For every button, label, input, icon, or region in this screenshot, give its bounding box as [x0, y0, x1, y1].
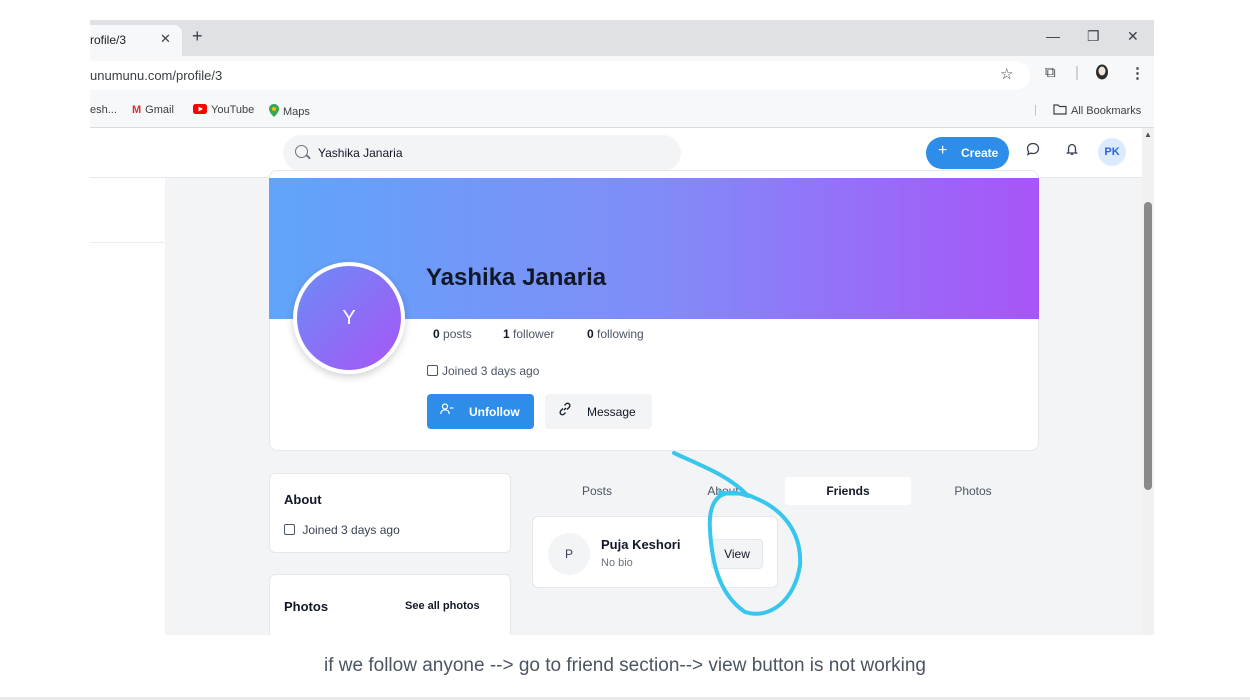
about-joined-text: Joined 3 days ago [302, 523, 400, 537]
bookmarks-divider: | [1034, 104, 1037, 116]
tab-photos[interactable]: Photos [910, 477, 1036, 505]
friend-avatar: P [548, 533, 590, 575]
followers-count: 1 [503, 327, 510, 341]
message-button[interactable]: Message [545, 394, 652, 429]
bookmark-youtube[interactable]: YouTube [193, 104, 254, 116]
view-friend-button[interactable]: View [711, 539, 763, 569]
posts-label: posts [443, 327, 472, 341]
joined-text: Joined 3 days ago [442, 364, 540, 378]
search-input[interactable]: Yashika Janaria [283, 135, 681, 171]
folder-icon [1053, 104, 1067, 117]
gmail-icon: M [132, 104, 142, 116]
browser-tab[interactable]: rofile/3 ✕ [90, 25, 182, 56]
bookmark-item[interactable]: esh... [90, 104, 117, 116]
search-value: Yashika Janaria [318, 146, 403, 160]
message-label: Message [587, 405, 636, 419]
menu-kebab-icon[interactable]: ⋮ [1130, 64, 1145, 82]
following-label: following [597, 327, 644, 341]
calendar-icon [427, 365, 438, 376]
scroll-thumb[interactable] [1144, 202, 1152, 490]
bookmark-label: Maps [283, 106, 310, 118]
address-bar[interactable]: unumunu.com/profile/3 ☆ [90, 61, 1030, 90]
browser-screenshot: rofile/3 ✕ + — ❐ ✕ unumunu.com/profile/3… [90, 20, 1154, 635]
link-icon [558, 402, 572, 419]
profile-name: Yashika Janaria [426, 264, 607, 291]
posts-stat: 0 posts [433, 327, 472, 341]
followers-stat[interactable]: 1 follower [503, 327, 554, 341]
friend-name: Puja Keshori [601, 537, 681, 552]
minimize-icon[interactable]: — [1046, 28, 1060, 44]
all-bookmarks[interactable]: All Bookmarks [1053, 104, 1141, 117]
url-text: unumunu.com/profile/3 [90, 68, 223, 83]
all-bookmarks-label: All Bookmarks [1071, 105, 1142, 117]
tab-strip: rofile/3 ✕ + — ❐ ✕ [90, 20, 1154, 56]
unfollow-label: Unfollow [469, 405, 520, 419]
bookmark-star-icon[interactable]: ☆ [1000, 65, 1013, 83]
tab-title: rofile/3 [90, 33, 127, 47]
profile-photo-icon[interactable] [1095, 64, 1109, 84]
search-icon [295, 145, 308, 158]
browser-toolbar: unumunu.com/profile/3 ☆ ⧉ | ⋮ [90, 56, 1154, 94]
scroll-up-icon[interactable]: ▲ [1144, 130, 1152, 139]
close-tab-icon[interactable]: ✕ [160, 31, 171, 47]
photos-card: Photos See all photos [269, 574, 511, 635]
following-stat[interactable]: 0 following [587, 327, 644, 341]
joined-date: Joined 3 days ago [427, 364, 539, 378]
tab-about[interactable]: About [660, 477, 786, 505]
posts-count: 0 [433, 327, 440, 341]
bookmark-gmail[interactable]: M Gmail [132, 104, 174, 116]
extensions-icon[interactable]: ⧉ [1045, 64, 1056, 81]
friend-bio: No bio [601, 557, 633, 569]
bookmark-label: YouTube [211, 104, 255, 116]
plus-icon: + [938, 142, 948, 159]
bookmark-maps[interactable]: Maps [269, 104, 310, 118]
about-joined: Joined 3 days ago [284, 523, 400, 537]
restore-icon[interactable]: ❐ [1087, 28, 1100, 45]
followers-label: follower [513, 327, 555, 341]
create-label: Create [961, 146, 999, 160]
calendar-icon [284, 524, 295, 535]
see-all-photos-link[interactable]: See all photos [405, 600, 480, 612]
profile-tabs: Posts About Friends Photos [532, 474, 1040, 507]
bookmark-label: Gmail [145, 104, 174, 116]
create-button[interactable]: + Create [926, 137, 1009, 169]
close-window-icon[interactable]: ✕ [1127, 28, 1139, 45]
photos-title: Photos [284, 599, 329, 614]
bookmarks-bar: esh... M Gmail YouTube Maps | All Bookmar… [90, 94, 1154, 128]
user-minus-icon [440, 403, 454, 418]
following-count: 0 [587, 327, 594, 341]
issue-caption: if we follow anyone --> go to friend sec… [324, 655, 926, 676]
new-tab-icon[interactable]: + [192, 27, 203, 45]
maps-icon [269, 104, 279, 118]
chat-icon[interactable] [1026, 142, 1040, 160]
profile-avatar: Y [293, 262, 405, 374]
tab-friends[interactable]: Friends [785, 477, 911, 505]
left-panel [90, 178, 165, 635]
unfollow-button[interactable]: Unfollow [427, 394, 534, 429]
about-card: About Joined 3 days ago [269, 473, 511, 553]
user-avatar[interactable]: PK [1098, 138, 1126, 166]
toolbar-divider: | [1075, 64, 1079, 81]
bell-icon[interactable] [1065, 142, 1079, 160]
youtube-icon [193, 104, 207, 116]
about-title: About [284, 492, 322, 507]
friend-card: P Puja Keshori No bio View [532, 516, 778, 588]
page-scrollbar[interactable]: ▲ [1142, 128, 1154, 635]
left-divider [90, 242, 165, 243]
tab-posts[interactable]: Posts [534, 477, 660, 505]
